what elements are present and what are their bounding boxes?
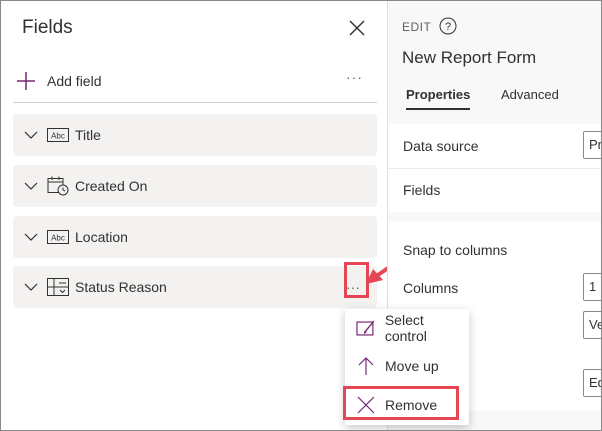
data-source-section: Data source Pr Fields <box>388 124 601 212</box>
divider <box>13 102 377 103</box>
field-card-status-reason[interactable]: Status Reason ··· <box>13 266 377 308</box>
chevron-down-icon <box>24 182 38 190</box>
app-window: Fields Add field ··· Abc Title Created O… <box>0 0 602 431</box>
field-card-location[interactable]: Abc Location <box>13 216 377 258</box>
layout-dropdown[interactable]: Ve <box>583 311 601 339</box>
tab-advanced[interactable]: Advanced <box>501 87 559 102</box>
data-source-dropdown[interactable]: Pr <box>583 131 601 159</box>
columns-label: Columns <box>403 280 459 296</box>
close-fields-pane-button[interactable] <box>346 17 368 39</box>
snap-to-columns-label: Snap to columns <box>403 242 508 258</box>
form-name-title: New Report Form <box>402 48 537 67</box>
fields-pane-title: Fields <box>22 17 73 38</box>
text-field-icon: Abc <box>47 228 69 246</box>
arrow-up-icon <box>358 357 374 375</box>
option-set-icon <box>47 278 69 296</box>
menu-item-move-up[interactable]: Move up <box>345 348 469 384</box>
field-label: Title <box>75 127 101 143</box>
field-label: Location <box>75 229 128 245</box>
svg-text:Abc: Abc <box>51 132 65 141</box>
default-mode-dropdown[interactable]: Ed <box>583 369 601 397</box>
menu-item-select-control[interactable]: Select control <box>345 310 469 346</box>
plus-icon <box>17 72 35 90</box>
menu-item-label: Select control <box>384 312 427 344</box>
select-control-icon <box>356 320 375 336</box>
add-field-label: Add field <box>47 73 102 89</box>
edit-label: EDIT <box>402 20 432 34</box>
fields-pane: Fields Add field ··· Abc Title Created O… <box>1 1 409 430</box>
text-field-icon: Abc <box>47 126 69 144</box>
svg-text:?: ? <box>445 21 451 33</box>
more-options-button[interactable]: ··· <box>346 69 363 85</box>
annotation-highlight-remove <box>343 386 459 420</box>
close-icon <box>349 20 365 36</box>
fields-edit-label[interactable]: Fields <box>403 182 440 198</box>
svg-text:Abc: Abc <box>51 234 65 243</box>
menu-item-label: Move up <box>385 358 439 374</box>
calendar-icon <box>47 176 69 196</box>
help-icon[interactable]: ? <box>439 17 457 35</box>
data-source-label: Data source <box>403 138 479 154</box>
active-tab-indicator <box>406 108 470 110</box>
chevron-down-icon <box>24 233 38 241</box>
chevron-down-icon <box>24 131 38 139</box>
field-label: Status Reason <box>75 279 167 295</box>
chevron-down-icon <box>24 283 38 291</box>
field-card-created-on[interactable]: Created On <box>13 165 377 207</box>
divider <box>388 168 601 169</box>
columns-input[interactable]: 1 <box>583 273 601 301</box>
add-field-button[interactable]: Add field <box>15 67 101 95</box>
field-card-title[interactable]: Abc Title <box>13 114 377 156</box>
field-label: Created On <box>75 178 148 194</box>
tab-properties[interactable]: Properties <box>406 87 470 102</box>
